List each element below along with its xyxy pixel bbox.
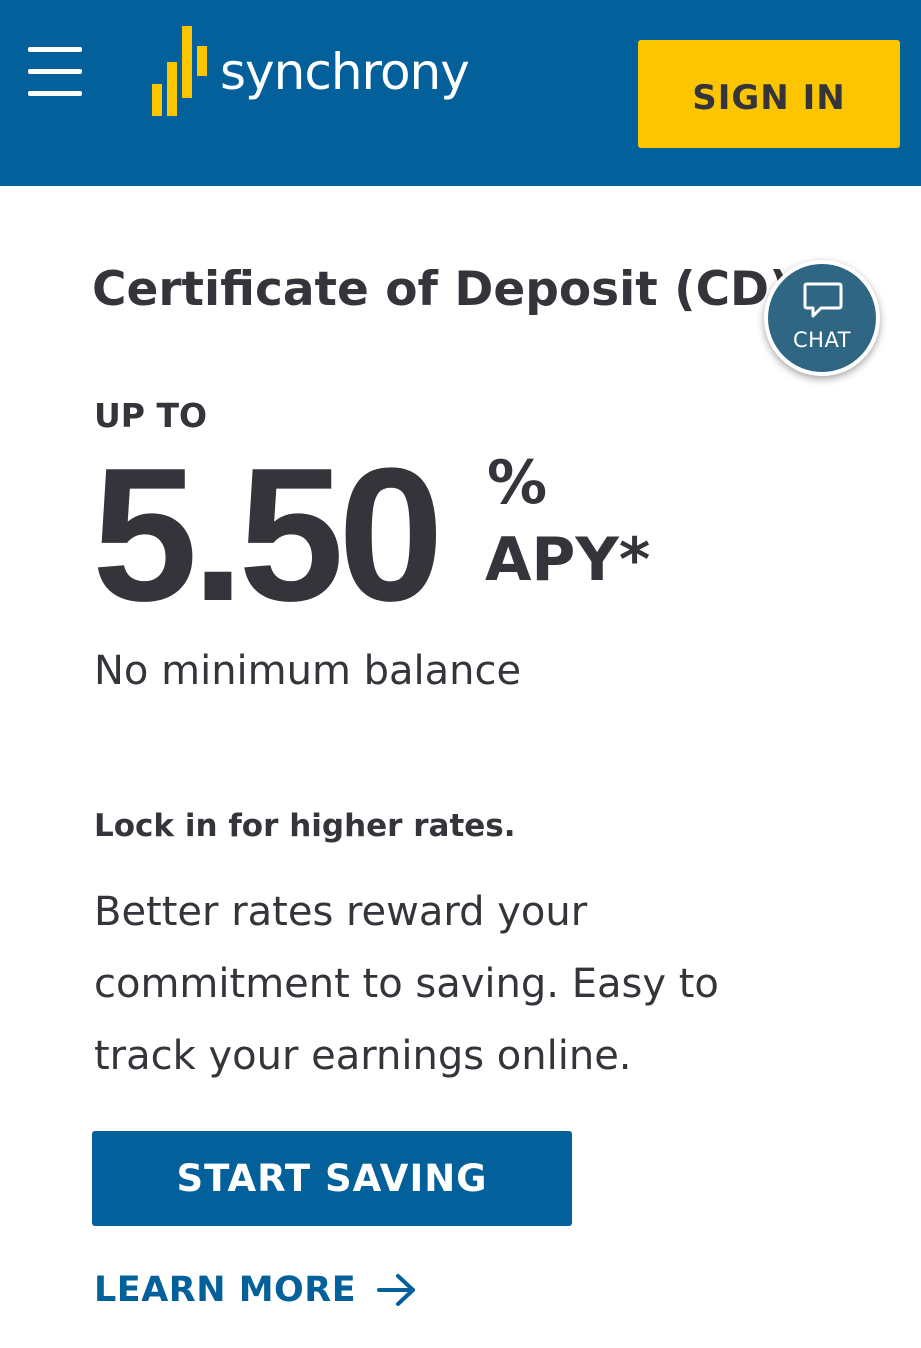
start-saving-button[interactable]: START SAVING [92, 1131, 572, 1226]
brand-name: synchrony [220, 43, 470, 101]
learn-more-link[interactable]: LEARN MORE [94, 1270, 418, 1310]
minimum-balance-text: No minimum balance [94, 648, 522, 694]
chat-label: CHAT [792, 328, 852, 352]
chat-bubble-icon [803, 282, 843, 318]
rate-value: 5.50 [92, 429, 444, 641]
page-title: Certificate of Deposit (CD) [92, 262, 791, 317]
synchrony-logo[interactable]: synchrony [152, 26, 470, 120]
arrow-right-icon [377, 1274, 416, 1306]
chat-button[interactable]: CHAT [764, 260, 880, 376]
rate-percent-sign: % [487, 448, 548, 518]
synchrony-bars-logo-icon [152, 26, 208, 116]
rate-apy-label: APY* [485, 525, 651, 595]
hamburger-menu-icon[interactable] [28, 47, 82, 99]
sign-in-button[interactable]: SIGN IN [638, 40, 900, 148]
description-text: Better rates reward your commitment to s… [94, 889, 719, 1079]
top-header: synchrony SIGN IN [0, 0, 921, 186]
lock-in-heading: Lock in for higher rates. [94, 808, 516, 844]
learn-more-label: LEARN MORE [94, 1270, 357, 1310]
